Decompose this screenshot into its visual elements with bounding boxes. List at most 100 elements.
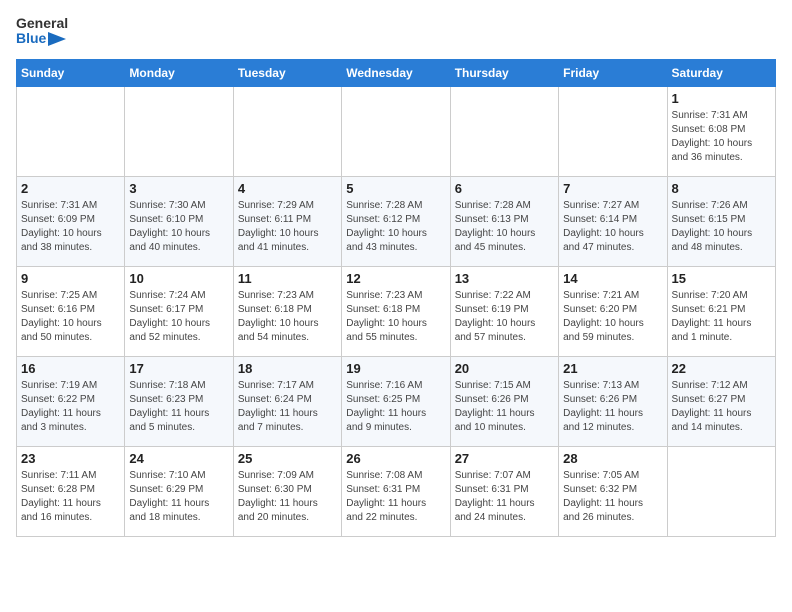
- col-header-thursday: Thursday: [450, 59, 558, 86]
- day-number: 28: [563, 451, 662, 466]
- col-header-wednesday: Wednesday: [342, 59, 450, 86]
- day-number: 26: [346, 451, 445, 466]
- day-info: Sunrise: 7:29 AM Sunset: 6:11 PM Dayligh…: [238, 199, 337, 255]
- calendar-cell: 15 Sunrise: 7:20 AM Sunset: 6:21 PM Dayli…: [667, 266, 775, 356]
- calendar-cell: [17, 86, 125, 176]
- day-number: 18: [238, 361, 337, 376]
- day-info: Sunrise: 7:31 AM Sunset: 6:08 PM Dayligh…: [672, 109, 771, 165]
- day-number: 10: [129, 271, 228, 286]
- calendar-cell: 11 Sunrise: 7:23 AM Sunset: 6:18 PM Dayli…: [233, 266, 341, 356]
- logo-container: General Blue: [16, 16, 68, 47]
- day-number: 22: [672, 361, 771, 376]
- calendar-cell: 25Sunrise: 7:09 AM Sunset: 6:30 PM Dayli…: [233, 446, 341, 536]
- day-info: Sunrise: 7:19 AM Sunset: 6:22 PM Dayligh…: [21, 379, 120, 435]
- calendar-cell: 12 Sunrise: 7:23 AM Sunset: 6:18 PM Dayli…: [342, 266, 450, 356]
- day-number: 3: [129, 181, 228, 196]
- col-header-monday: Monday: [125, 59, 233, 86]
- day-number: 14: [563, 271, 662, 286]
- calendar-cell: 13 Sunrise: 7:22 AM Sunset: 6:19 PM Dayli…: [450, 266, 558, 356]
- day-info: Sunrise: 7:22 AM Sunset: 6:19 PM Dayligh…: [455, 289, 554, 345]
- day-info: Sunrise: 7:15 AM Sunset: 6:26 PM Dayligh…: [455, 379, 554, 435]
- calendar-cell: [233, 86, 341, 176]
- day-info: Sunrise: 7:07 AM Sunset: 6:31 PM Dayligh…: [455, 469, 554, 525]
- day-info: Sunrise: 7:08 AM Sunset: 6:31 PM Dayligh…: [346, 469, 445, 525]
- calendar-cell: 24 Sunrise: 7:10 AM Sunset: 6:29 PM Dayli…: [125, 446, 233, 536]
- day-info: Sunrise: 7:21 AM Sunset: 6:20 PM Dayligh…: [563, 289, 662, 345]
- day-number: 4: [238, 181, 337, 196]
- calendar-cell: [559, 86, 667, 176]
- calendar-cell: 7 Sunrise: 7:27 AM Sunset: 6:14 PM Daylig…: [559, 176, 667, 266]
- calendar-cell: [450, 86, 558, 176]
- day-info: Sunrise: 7:30 AM Sunset: 6:10 PM Dayligh…: [129, 199, 228, 255]
- calendar-cell: 2 Sunrise: 7:31 AM Sunset: 6:09 PM Daylig…: [17, 176, 125, 266]
- col-header-friday: Friday: [559, 59, 667, 86]
- calendar-cell: 28 Sunrise: 7:05 AM Sunset: 6:32 PM Dayli…: [559, 446, 667, 536]
- calendar-cell: [342, 86, 450, 176]
- day-number: 6: [455, 181, 554, 196]
- day-info: Sunrise: 7:23 AM Sunset: 6:18 PM Dayligh…: [238, 289, 337, 345]
- day-info: Sunrise: 7:27 AM Sunset: 6:14 PM Dayligh…: [563, 199, 662, 255]
- day-number: 25: [238, 451, 337, 466]
- calendar-cell: 4 Sunrise: 7:29 AM Sunset: 6:11 PM Daylig…: [233, 176, 341, 266]
- calendar-cell: 14 Sunrise: 7:21 AM Sunset: 6:20 PM Dayli…: [559, 266, 667, 356]
- day-number: 23: [21, 451, 120, 466]
- day-number: 19: [346, 361, 445, 376]
- calendar-cell: 21 Sunrise: 7:13 AM Sunset: 6:26 PM Dayli…: [559, 356, 667, 446]
- calendar-table: SundayMondayTuesdayWednesdayThursdayFrid…: [16, 59, 776, 537]
- calendar-cell: 20 Sunrise: 7:15 AM Sunset: 6:26 PM Dayli…: [450, 356, 558, 446]
- day-info: Sunrise: 7:10 AM Sunset: 6:29 PM Dayligh…: [129, 469, 228, 525]
- day-info: Sunrise: 7:23 AM Sunset: 6:18 PM Dayligh…: [346, 289, 445, 345]
- day-info: Sunrise: 7:28 AM Sunset: 6:13 PM Dayligh…: [455, 199, 554, 255]
- calendar-cell: 17 Sunrise: 7:18 AM Sunset: 6:23 PM Dayli…: [125, 356, 233, 446]
- day-info: Sunrise: 7:16 AM Sunset: 6:25 PM Dayligh…: [346, 379, 445, 435]
- day-number: 20: [455, 361, 554, 376]
- calendar-cell: 22 Sunrise: 7:12 AM Sunset: 6:27 PM Dayli…: [667, 356, 775, 446]
- logo-blue: Blue: [16, 31, 46, 46]
- calendar-cell: 1 Sunrise: 7:31 AM Sunset: 6:08 PM Daylig…: [667, 86, 775, 176]
- calendar-cell: 10Sunrise: 7:24 AM Sunset: 6:17 PM Dayli…: [125, 266, 233, 356]
- logo: General Blue: [16, 16, 68, 47]
- calendar-cell: 18 Sunrise: 7:17 AM Sunset: 6:24 PM Dayli…: [233, 356, 341, 446]
- day-info: Sunrise: 7:25 AM Sunset: 6:16 PM Dayligh…: [21, 289, 120, 345]
- day-number: 12: [346, 271, 445, 286]
- day-number: 11: [238, 271, 337, 286]
- day-number: 16: [21, 361, 120, 376]
- day-number: 17: [129, 361, 228, 376]
- page-header: General Blue: [16, 16, 776, 47]
- calendar-cell: 6 Sunrise: 7:28 AM Sunset: 6:13 PM Daylig…: [450, 176, 558, 266]
- calendar-cell: 23 Sunrise: 7:11 AM Sunset: 6:28 PM Dayli…: [17, 446, 125, 536]
- day-number: 21: [563, 361, 662, 376]
- day-number: 8: [672, 181, 771, 196]
- day-info: Sunrise: 7:05 AM Sunset: 6:32 PM Dayligh…: [563, 469, 662, 525]
- day-number: 1: [672, 91, 771, 106]
- logo-arrow-icon: [48, 32, 66, 46]
- day-info: Sunrise: 7:18 AM Sunset: 6:23 PM Dayligh…: [129, 379, 228, 435]
- calendar-cell: 27 Sunrise: 7:07 AM Sunset: 6:31 PM Dayli…: [450, 446, 558, 536]
- calendar-cell: 26 Sunrise: 7:08 AM Sunset: 6:31 PM Dayli…: [342, 446, 450, 536]
- calendar-cell: 19 Sunrise: 7:16 AM Sunset: 6:25 PM Dayli…: [342, 356, 450, 446]
- calendar-cell: [667, 446, 775, 536]
- calendar-cell: 5Sunrise: 7:28 AM Sunset: 6:12 PM Daylig…: [342, 176, 450, 266]
- day-info: Sunrise: 7:26 AM Sunset: 6:15 PM Dayligh…: [672, 199, 771, 255]
- day-number: 2: [21, 181, 120, 196]
- col-header-tuesday: Tuesday: [233, 59, 341, 86]
- day-info: Sunrise: 7:11 AM Sunset: 6:28 PM Dayligh…: [21, 469, 120, 525]
- day-number: 13: [455, 271, 554, 286]
- day-number: 27: [455, 451, 554, 466]
- day-number: 7: [563, 181, 662, 196]
- col-header-sunday: Sunday: [17, 59, 125, 86]
- calendar-cell: 8 Sunrise: 7:26 AM Sunset: 6:15 PM Daylig…: [667, 176, 775, 266]
- day-number: 24: [129, 451, 228, 466]
- day-info: Sunrise: 7:28 AM Sunset: 6:12 PM Dayligh…: [346, 199, 445, 255]
- day-info: Sunrise: 7:17 AM Sunset: 6:24 PM Dayligh…: [238, 379, 337, 435]
- col-header-saturday: Saturday: [667, 59, 775, 86]
- logo-general: General: [16, 16, 68, 31]
- day-number: 15: [672, 271, 771, 286]
- day-info: Sunrise: 7:31 AM Sunset: 6:09 PM Dayligh…: [21, 199, 120, 255]
- day-info: Sunrise: 7:20 AM Sunset: 6:21 PM Dayligh…: [672, 289, 771, 345]
- day-number: 9: [21, 271, 120, 286]
- calendar-cell: 9 Sunrise: 7:25 AM Sunset: 6:16 PM Daylig…: [17, 266, 125, 356]
- day-info: Sunrise: 7:12 AM Sunset: 6:27 PM Dayligh…: [672, 379, 771, 435]
- calendar-cell: [125, 86, 233, 176]
- day-info: Sunrise: 7:13 AM Sunset: 6:26 PM Dayligh…: [563, 379, 662, 435]
